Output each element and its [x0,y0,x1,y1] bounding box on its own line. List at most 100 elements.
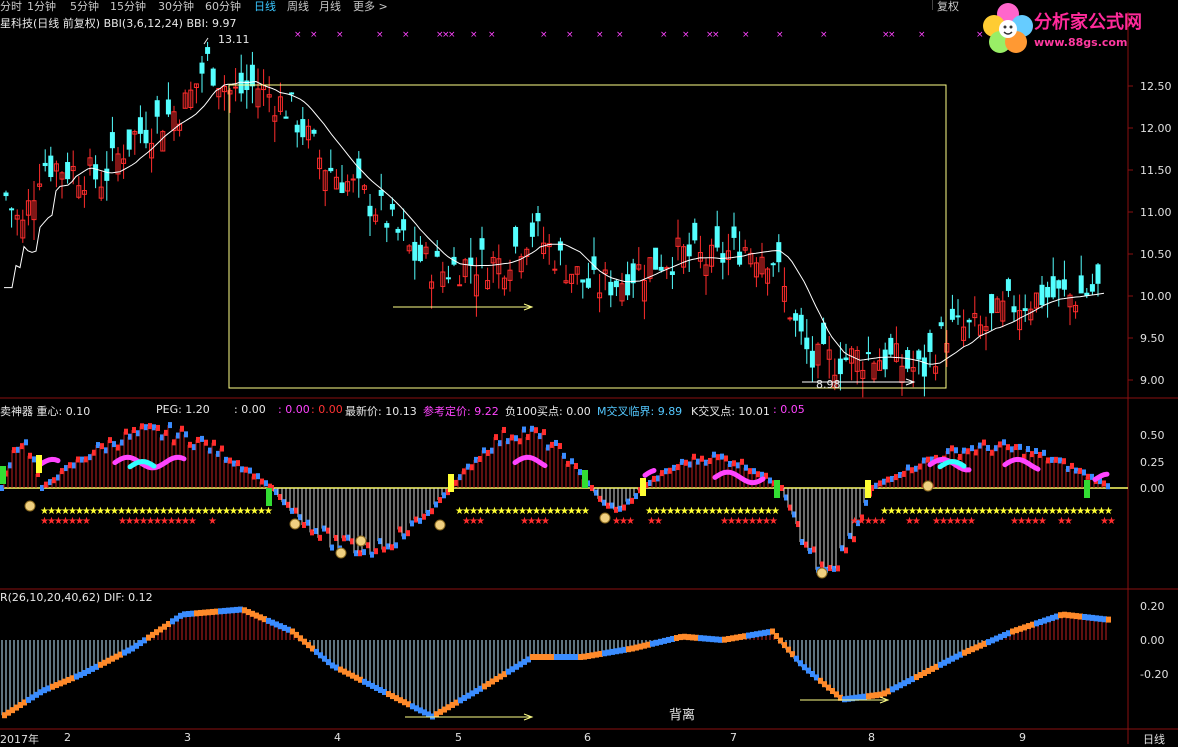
indicator-line-segment [574,463,578,470]
signal-marker: × [742,30,750,40]
indicator-line-segment [160,434,164,441]
x-axis-label: 2 [64,731,71,744]
indicator-line-segment [264,480,268,487]
indicator-line-segment [442,492,446,499]
indicator-line-segment [144,424,148,431]
signal-curve [642,468,657,478]
indicator-line-segment [922,457,926,464]
indicator-line-segment [44,481,48,488]
indicator-line-segment [836,565,840,572]
indicator-line-segment [462,468,466,475]
indicator-line-segment [128,433,132,440]
indicator-line-segment [882,478,886,485]
y-tick-label: 12.50 [1140,80,1172,93]
indicator-line-segment [176,432,180,439]
candle-body [630,263,636,284]
indicator-line-segment [410,520,414,527]
candle-body [238,72,244,94]
candle-body [412,241,418,261]
indicator-line-segment [164,429,168,436]
money-bag-icon [816,567,828,579]
indicator-line-segment [398,526,402,533]
signal-marker: × [540,30,548,40]
indicator-line-segment [982,439,986,446]
star-marker: ★ [188,516,197,527]
indicator-line-segment [56,474,60,481]
y-tick-label: 12.00 [1140,122,1172,135]
candle-body [692,222,698,241]
candle-body [529,222,535,237]
indicator-line-segment [748,468,752,475]
x-axis-label: 3 [184,731,191,744]
stock-chart-canvas[interactable]: × × × × × ××× × × × × × × × × ×× × × × ×× × ×★★★★★★★★★★★★★★★… [0,0,1178,744]
indicator-line-segment [918,463,922,470]
indicator-line-segment [290,507,294,514]
y-tick-label: 11.50 [1140,164,1172,177]
indicator-line-segment [902,470,906,477]
indicator-line-segment [96,442,100,449]
candle-body [401,219,407,231]
indicator-value-3: : 0.00 [311,403,343,416]
indicator-line-segment [350,538,354,545]
indicator-value-4: : 0.05 [773,403,805,416]
candle-body [154,100,160,117]
indicator-line-segment [294,507,298,514]
indicator-line-segment [780,485,784,491]
indicator-y-tick: 0.50 [1140,429,1165,442]
indicator-line-segment [466,463,470,470]
indicator-line-segment [386,543,390,550]
candle-body [445,277,451,280]
candle-body [249,64,255,87]
indicator-line-segment [406,530,410,537]
neg100-buy-point: 负100买点: 0.00 [505,405,591,418]
y-tick-label: 10.50 [1140,248,1172,261]
indicator-line-segment [970,445,974,452]
indicator-line-segment [756,471,760,478]
indicator-line-segment [184,431,188,438]
indicator-line-segment [24,439,28,446]
candle-body [434,250,440,257]
indicator-line-segment [422,513,426,520]
indicator-line-segment [68,462,72,469]
star-marker: ★ [1038,516,1047,527]
macd-title: R(26,10,20,40,62) DIF: 0.12 [0,591,153,604]
candle-body [1078,275,1084,294]
indicator-line-segment [1010,446,1014,453]
candle-body [1061,279,1067,290]
indicator-line-segment [598,495,602,502]
candle-body [776,242,782,263]
indicator-line-segment [418,517,422,524]
candle-body [535,213,541,222]
indicator-line-segment [326,527,330,534]
indicator-line-segment [610,502,614,509]
signal-bar [266,488,272,506]
candle-body [126,129,132,150]
indicator-line-segment [232,460,236,467]
candle-body [837,358,843,375]
indicator-line-segment [554,439,558,446]
indicator-line-segment [120,439,124,446]
indicator-line-segment [844,547,848,554]
indicator-line-segment [680,458,684,465]
indicator-line-segment [1086,473,1090,480]
indicator-line-segment [808,547,812,554]
indicator-line-segment [848,532,852,539]
x-axis-label: 2017年 [0,733,39,746]
candle-body [731,226,737,238]
indicator-line-segment [474,456,478,463]
indicator-line-segment [820,561,824,568]
indicator-line-segment [974,449,978,456]
indicator-line-segment [414,516,418,523]
indicator-line-segment [502,426,506,433]
indicator-line-segment [1014,444,1018,451]
indicator-line-segment [346,534,350,541]
star-marker: ★ [476,516,485,527]
indicator-line-segment [370,551,374,558]
candle-body [104,168,110,181]
high-price-marker: 13.11 [218,33,250,46]
indicator-line-segment [274,489,278,496]
indicator-line-segment [286,501,290,508]
indicator-line-segment [510,434,514,441]
signal-curve [1092,471,1110,482]
indicator-line-segment [188,441,192,448]
